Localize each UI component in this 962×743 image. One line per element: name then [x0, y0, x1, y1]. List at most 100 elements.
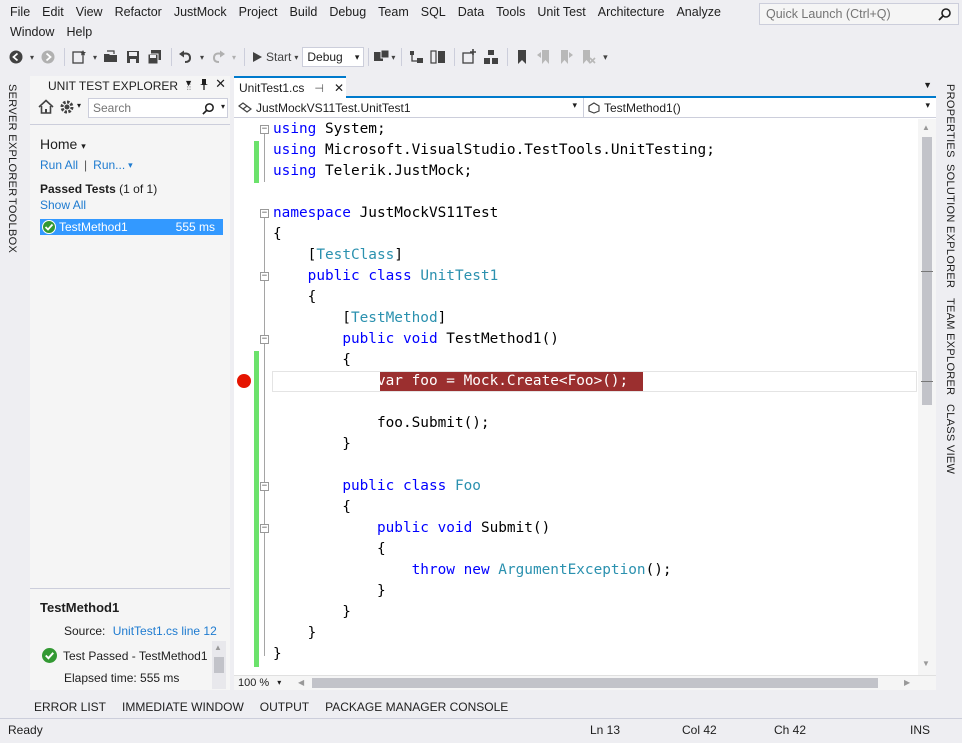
next-bookmark-icon[interactable]	[556, 46, 576, 68]
chevron-down-icon[interactable]: ▾	[77, 101, 81, 110]
pin-icon[interactable]: ⊣	[314, 82, 324, 95]
test-list-item[interactable]: TestMethod1 555 ms	[40, 219, 223, 235]
search-icon[interactable]	[202, 102, 215, 115]
tab-output[interactable]: OUTPUT	[252, 697, 317, 717]
code-token: UnitTest1	[420, 268, 499, 284]
scroll-left-icon[interactable]: ◀	[298, 678, 304, 687]
menu-tools[interactable]: Tools	[490, 2, 531, 22]
menu-architecture[interactable]: Architecture	[592, 2, 671, 22]
window-position-icon[interactable]: ▼	[184, 78, 193, 93]
zoom-select[interactable]: 100 % ▾	[238, 676, 281, 690]
collapse-icon[interactable]: −	[260, 209, 269, 218]
detail-scrollbar[interactable]: ▲	[212, 641, 226, 689]
quick-launch-box[interactable]	[759, 3, 959, 25]
tab-immediate-window[interactable]: IMMEDIATE WINDOW	[114, 697, 252, 717]
quick-launch-input[interactable]	[760, 4, 930, 24]
redo-icon[interactable]	[208, 46, 228, 68]
toolbox-tab[interactable]: TOOLBOX	[6, 198, 18, 253]
close-icon[interactable]: ✕	[215, 77, 226, 93]
menu-window[interactable]: Window	[4, 22, 60, 42]
solution-explorer-icon[interactable]	[406, 46, 426, 68]
menu-project[interactable]: Project	[233, 2, 284, 22]
menu-justmock[interactable]: JustMock	[168, 2, 233, 22]
collapse-icon[interactable]: −	[260, 335, 269, 344]
open-file-icon[interactable]	[101, 46, 121, 68]
breakpoint-icon[interactable]	[237, 374, 251, 388]
menu-build[interactable]: Build	[284, 2, 324, 22]
code-token: {	[273, 352, 351, 368]
toolbar-overflow-icon[interactable]: ▾	[600, 46, 610, 68]
collapse-icon[interactable]: −	[260, 482, 269, 491]
run-link[interactable]: Run...	[93, 158, 125, 172]
properties-window-icon[interactable]	[428, 46, 448, 68]
team-explorer-tab[interactable]: TEAM EXPLORER	[944, 298, 956, 395]
menu-unit-test[interactable]: Unit Test	[531, 2, 591, 22]
server-explorer-tab[interactable]: SERVER EXPLORER	[6, 84, 18, 197]
source-link[interactable]: UnitTest1.cs line 12	[113, 624, 217, 638]
menu-debug[interactable]: Debug	[323, 2, 372, 22]
bookmark-icon[interactable]	[512, 46, 532, 68]
chevron-down-icon[interactable]: ▾	[221, 102, 225, 111]
show-all-link[interactable]: Show All	[40, 198, 86, 212]
menu-analyze[interactable]: Analyze	[670, 2, 726, 22]
start-button[interactable]: Start ▾	[249, 46, 300, 68]
pin-icon[interactable]	[199, 78, 209, 93]
find-in-files-icon[interactable]: ▾	[373, 46, 395, 68]
chevron-down-icon[interactable]: ▾	[28, 46, 36, 68]
home-icon[interactable]	[38, 99, 54, 118]
unit-test-explorer-toolbar: ▾ ▾	[30, 96, 230, 120]
menu-team[interactable]: Team	[372, 2, 415, 22]
menu-view[interactable]: View	[70, 2, 109, 22]
chevron-down-icon[interactable]: ▾	[198, 46, 206, 68]
prev-bookmark-icon[interactable]	[534, 46, 554, 68]
scroll-up-icon[interactable]: ▲	[214, 643, 222, 652]
back-icon[interactable]	[6, 46, 26, 68]
scroll-down-icon[interactable]: ▼	[922, 659, 930, 668]
close-icon[interactable]: ✕	[334, 81, 344, 95]
horizontal-scroll-thumb[interactable]	[312, 678, 878, 688]
solution-configuration-select[interactable]: Debug ▾	[302, 47, 365, 67]
gear-icon[interactable]	[59, 99, 75, 118]
chevron-down-icon[interactable]: ▾	[128, 160, 133, 171]
member-dropdown[interactable]: TestMethod1() ▾	[584, 98, 936, 117]
collapse-icon[interactable]: −	[260, 125, 269, 134]
menu-sql[interactable]: SQL	[415, 2, 452, 22]
code-text-area[interactable]: − − − − − − using System; using Microsoft…	[234, 119, 918, 677]
add-item-icon[interactable]	[459, 46, 479, 68]
team-icon[interactable]	[481, 46, 501, 68]
undo-icon[interactable]	[176, 46, 196, 68]
tab-error-list[interactable]: ERROR LIST	[26, 697, 114, 717]
scroll-up-icon[interactable]: ▲	[922, 123, 930, 132]
new-project-icon[interactable]	[69, 46, 89, 68]
menu-help[interactable]: Help	[60, 22, 98, 42]
solution-explorer-tab[interactable]: SOLUTION EXPLORER	[944, 164, 956, 288]
menu-edit[interactable]: Edit	[36, 2, 70, 22]
save-all-icon[interactable]	[145, 46, 165, 68]
chevron-down-icon[interactable]: ▾	[230, 46, 238, 68]
tab-unittest1-cs[interactable]: UnitTest1.cs ⊣ ✕	[234, 76, 346, 98]
save-icon[interactable]	[123, 46, 143, 68]
forward-icon[interactable]	[38, 46, 58, 68]
class-dropdown[interactable]: JustMockVS11Test.UnitTest1 ▾	[234, 98, 584, 117]
run-all-link[interactable]: Run All	[40, 158, 78, 172]
menu-file[interactable]: File	[4, 2, 36, 22]
menu-data[interactable]: Data	[452, 2, 490, 22]
class-view-tab[interactable]: CLASS VIEW	[944, 404, 956, 474]
search-input[interactable]	[89, 99, 199, 117]
collapse-icon[interactable]: −	[260, 272, 269, 281]
code-token: public	[342, 331, 395, 347]
scroll-thumb[interactable]	[214, 657, 224, 673]
menu-refactor[interactable]: Refactor	[109, 2, 168, 22]
vertical-scrollbar[interactable]: ▲ ▼	[918, 119, 936, 677]
code-token: namespace	[273, 205, 351, 221]
scroll-right-icon[interactable]: ▶	[904, 678, 910, 687]
collapse-icon[interactable]: −	[260, 524, 269, 533]
home-heading[interactable]: Home ▾	[40, 136, 86, 152]
search-box[interactable]: ▾	[88, 98, 228, 118]
properties-tab[interactable]: PROPERTIES	[944, 84, 956, 158]
tab-overflow-icon[interactable]: ▼	[923, 80, 932, 90]
clear-bookmarks-icon[interactable]	[578, 46, 598, 68]
passed-tests-label: Passed Tests	[40, 182, 116, 196]
chevron-down-icon[interactable]: ▾	[91, 46, 99, 68]
tab-package-manager-console[interactable]: PACKAGE MANAGER CONSOLE	[317, 697, 516, 717]
